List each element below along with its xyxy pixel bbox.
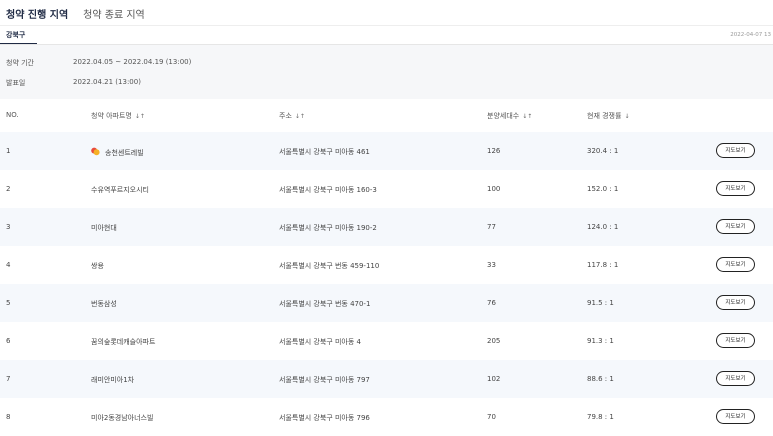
row-number: 7 [6,375,11,383]
period-value: 2022.04.05 ~ 2022.04.19 (13:00) [73,58,192,66]
address: 서울특별시 강북구 미아동 797 [279,376,370,384]
unit-count: 77 [487,223,496,231]
header-no: NO. [6,111,19,119]
apartment-name: 쌍용 [91,262,104,270]
header-rate[interactable]: 현재 경쟁률 ↓ [587,111,629,121]
view-map-button[interactable]: 지도보기 [716,333,755,348]
competition-rate: 79.8 : 1 [587,413,614,421]
competition-rate: 91.3 : 1 [587,337,614,345]
apartment-name: 번동삼성 [91,300,117,308]
tab-closed-regions[interactable]: 청약 종료 지역 [83,6,145,21]
header-name[interactable]: 청약 아파트명 ↓↑ [91,111,145,121]
tab-ongoing-regions[interactable]: 청약 진행 지역 [6,6,68,21]
announce-value: 2022.04.21 (13:00) [73,78,141,86]
unit-count: 100 [487,185,501,193]
apartment-table-body: 1 송천센트레빌 서울특별시 강북구 미아동 461 126 320.4 : 1… [0,132,773,436]
table-row[interactable]: 6 꿈의숲롯데캐슬아파트 서울특별시 강북구 미아동 4 205 91.3 : … [0,322,773,360]
subscription-info-panel: 청약 기간 2022.04.05 ~ 2022.04.19 (13:00) 발표… [0,45,773,99]
apartment-name: 미아현대 [91,224,117,232]
view-map-button[interactable]: 지도보기 [716,371,755,386]
address: 서울특별시 강북구 미아동 4 [279,338,361,346]
header-rate-label: 현재 경쟁률 [587,112,622,120]
address: 서울특별시 강북구 미아동 160-3 [279,186,377,194]
announce-row: 발표일 2022.04.21 (13:00) [6,78,141,88]
unit-count: 76 [487,299,496,307]
header-units-label: 분양세대수 [487,112,520,120]
row-number: 8 [6,413,11,421]
address: 서울특별시 강북구 번동 470-1 [279,300,371,308]
table-row[interactable]: 1 송천센트레빌 서울특별시 강북구 미아동 461 126 320.4 : 1… [0,132,773,170]
header-address[interactable]: 주소 ↓↑ [279,111,305,121]
unit-count: 126 [487,147,501,155]
competition-rate: 124.0 : 1 [587,223,619,231]
unit-count: 33 [487,261,496,269]
announce-label: 발표일 [6,79,26,87]
row-number: 4 [6,261,11,269]
apartment-name: 래미안미아1차 [91,376,135,384]
unit-count: 70 [487,413,496,421]
table-row[interactable]: 2 수유역푸르지오시티 서울특별시 강북구 미아동 160-3 100 152.… [0,170,773,208]
row-number: 1 [6,147,11,155]
table-row[interactable]: 8 미아2동경남아너스빌 서울특별시 강북구 미아동 796 70 79.8 :… [0,398,773,436]
region-tabs: 청약 진행 지역 청약 종료 지역 [6,5,145,21]
competition-rate: 152.0 : 1 [587,185,619,193]
table-header: NO. 청약 아파트명 ↓↑ 주소 ↓↑ 분양세대수 ↓↑ 현재 경쟁률 ↓ [0,99,773,132]
unit-count: 205 [487,337,501,345]
apartment-name: 꿈의숲롯데캐슬아파트 [91,338,156,346]
competition-rate: 88.6 : 1 [587,375,614,383]
sort-down-icon[interactable]: ↓ [624,113,629,120]
header-divider [0,25,773,26]
competition-rate: 117.8 : 1 [587,261,619,269]
view-map-button[interactable]: 지도보기 [716,143,755,158]
apartment-name-cell: 송천센트레빌 [91,147,144,158]
tab-district[interactable]: 강북구 [6,30,25,40]
updated-date: 2022-04-07 13 [730,32,771,38]
competition-rate: 91.5 : 1 [587,299,614,307]
table-row[interactable]: 5 번동삼성 서울특별시 강북구 번동 470-1 76 91.5 : 1 지도… [0,284,773,322]
row-number: 3 [6,223,11,231]
apartment-name: 미아2동경남아너스빌 [91,414,154,422]
header-units[interactable]: 분양세대수 ↓↑ [487,111,532,121]
address: 서울특별시 강북구 미아동 461 [279,148,370,156]
row-number: 5 [6,299,11,307]
address: 서울특별시 강북구 번동 459-110 [279,262,380,270]
apartment-name: 송천센트레빌 [105,149,144,157]
view-map-button[interactable]: 지도보기 [716,219,755,234]
view-map-button[interactable]: 지도보기 [716,409,755,424]
competition-rate: 320.4 : 1 [587,147,619,155]
table-row[interactable]: 3 미아현대 서울특별시 강북구 미아동 190-2 77 124.0 : 1 … [0,208,773,246]
period-row: 청약 기간 2022.04.05 ~ 2022.04.19 (13:00) [6,58,191,68]
table-row[interactable]: 7 래미안미아1차 서울특별시 강북구 미아동 797 102 88.6 : 1… [0,360,773,398]
table-row[interactable]: 4 쌍용 서울특별시 강북구 번동 459-110 33 117.8 : 1 지… [0,246,773,284]
row-number: 6 [6,337,11,345]
unit-count: 102 [487,375,501,383]
sort-both-icon[interactable]: ↓↑ [522,113,532,120]
header-name-label: 청약 아파트명 [91,112,132,120]
view-map-button[interactable]: 지도보기 [716,295,755,310]
address: 서울특별시 강북구 미아동 796 [279,414,370,422]
header-address-label: 주소 [279,112,292,120]
period-label: 청약 기간 [6,59,34,67]
apartment-name: 수유역푸르지오시티 [91,186,149,194]
location-pin-icon [91,147,100,156]
sort-both-icon[interactable]: ↓↑ [135,113,145,120]
view-map-button[interactable]: 지도보기 [716,257,755,272]
sort-both-icon[interactable]: ↓↑ [295,113,305,120]
row-number: 2 [6,185,11,193]
address: 서울특별시 강북구 미아동 190-2 [279,224,377,232]
view-map-button[interactable]: 지도보기 [716,181,755,196]
